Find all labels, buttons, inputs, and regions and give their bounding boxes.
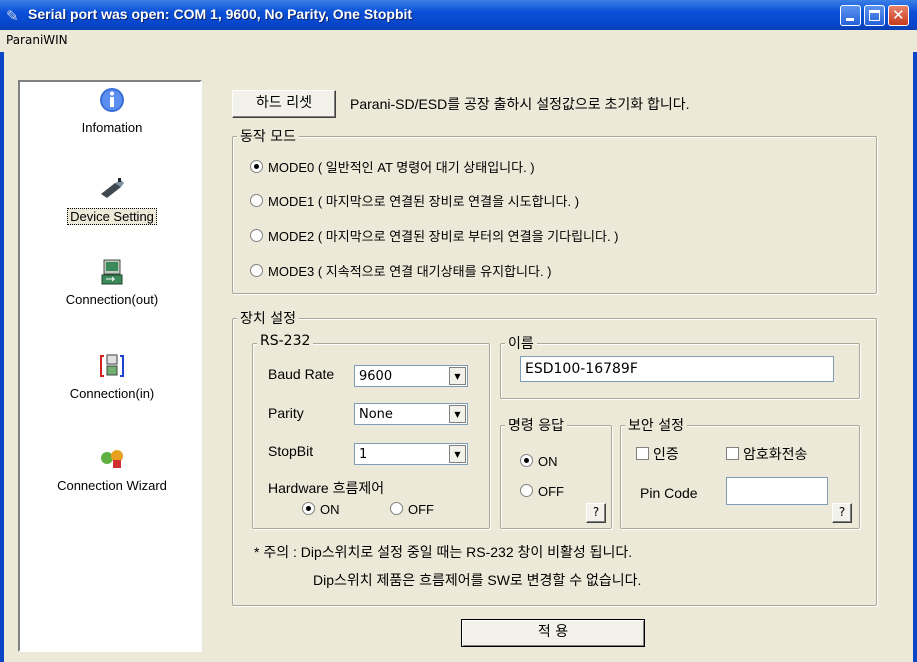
encrypt-label: 암호화전송: [743, 446, 808, 462]
mode0-radio[interactable]: MODE0 ( 일반적인 AT 명령어 대기 상태입니다. ): [250, 157, 535, 176]
sidebar-item-label: Connection(out): [65, 292, 159, 307]
connection-in-icon: [100, 354, 124, 377]
chevron-down-icon[interactable]: ▼: [449, 445, 466, 463]
minimize-button[interactable]: [840, 5, 861, 26]
sidebar-item-label: Connection Wizard: [57, 478, 167, 493]
baud-rate-value: 9600: [359, 369, 393, 384]
checkbox-icon: [636, 447, 649, 460]
sidebar-item-connection-in[interactable]: Connection(in): [20, 352, 204, 401]
sidebar: Infomation Device Setting Connection(out…: [18, 80, 202, 652]
mode3-radio[interactable]: MODE3 ( 지속적으로 연결 대기상태를 유지합니다. ): [250, 261, 552, 280]
radio-button-icon: [250, 194, 263, 207]
response-off-label: OFF: [538, 484, 564, 499]
security-title: 보안 설정: [625, 415, 687, 435]
minimize-icon: [846, 18, 854, 21]
hard-reset-button[interactable]: 하드 리셋: [232, 90, 336, 118]
radio-button-icon: [390, 502, 403, 515]
pin-code-input[interactable]: [726, 477, 828, 505]
auth-label: 인증: [653, 446, 679, 462]
window-frame-left: [0, 52, 4, 662]
parity-label: Parity: [268, 405, 304, 421]
app-icon: ✎: [6, 7, 19, 25]
parity-value: None: [359, 407, 393, 422]
device-setting-title: 장치 설정: [237, 308, 299, 328]
mode2-label: MODE2 ( 마지막으로 연결된 장비로 부터의 연결을 기다립니다. ): [268, 229, 619, 244]
pin-code-label: Pin Code: [640, 485, 698, 501]
sidebar-item-label: Connection(in): [69, 386, 155, 401]
checkbox-icon: [726, 447, 739, 460]
name-input[interactable]: ESD100-16789F: [520, 356, 834, 382]
mode1-radio[interactable]: MODE1 ( 마지막으로 연결된 장비로 연결을 시도합니다. ): [250, 191, 579, 210]
sidebar-item-label: Device Setting: [67, 208, 157, 225]
parity-select[interactable]: None ▼: [354, 403, 468, 425]
wizard-icon: [101, 450, 123, 468]
info-icon: [100, 88, 124, 112]
name-value: ESD100-16789F: [525, 361, 638, 377]
radio-button-icon: [250, 264, 263, 277]
maximize-icon: [869, 10, 880, 21]
mode2-radio[interactable]: MODE2 ( 마지막으로 연결된 장비로 부터의 연결을 기다립니다. ): [250, 226, 619, 245]
name-title: 이름: [505, 333, 537, 353]
sidebar-item-connection-out[interactable]: Connection(out): [20, 258, 204, 307]
device-icon: [101, 178, 124, 198]
note-line-1: * 주의 : Dip스위치로 설정 중일 때는 RS-232 창이 비활성 됩니…: [254, 544, 633, 560]
chevron-down-icon[interactable]: ▼: [449, 405, 466, 423]
chevron-down-icon[interactable]: ▼: [449, 367, 466, 385]
apply-button[interactable]: 적 용: [461, 619, 645, 647]
close-button[interactable]: ✕: [888, 5, 909, 26]
flow-control-label: Hardware 흐름제어: [268, 480, 385, 496]
maximize-button[interactable]: [864, 5, 885, 26]
sidebar-item-connection-wizard[interactable]: Connection Wizard: [20, 444, 204, 493]
note-line-2: Dip스위치 제품은 흐름제어를 SW로 변경할 수 없습니다.: [313, 572, 642, 588]
window-title: Serial port was open: COM 1, 9600, No Pa…: [28, 6, 413, 22]
sidebar-item-information[interactable]: Infomation: [20, 86, 204, 135]
radio-button-icon: [250, 229, 263, 242]
auth-checkbox[interactable]: 인증: [636, 444, 679, 464]
menu-paraniwin[interactable]: ParaniWIN: [6, 33, 68, 47]
radio-button-icon: [302, 502, 315, 515]
rs232-title: RS-232: [257, 333, 314, 349]
stopbit-label: StopBit: [268, 443, 314, 459]
response-on-radio[interactable]: ON: [520, 454, 558, 469]
baud-rate-label: Baud Rate: [268, 366, 335, 382]
flow-on-radio[interactable]: ON: [302, 502, 340, 517]
sidebar-item-label: Infomation: [81, 120, 143, 135]
mode1-label: MODE1 ( 마지막으로 연결된 장비로 연결을 시도합니다. ): [268, 194, 580, 209]
security-help-button[interactable]: ?: [832, 503, 852, 523]
response-on-label: ON: [538, 454, 558, 469]
response-help-button[interactable]: ?: [586, 503, 606, 523]
mode0-label: MODE0 ( 일반적인 AT 명령어 대기 상태입니다. ): [268, 160, 535, 175]
mode-group-title: 동작 모드: [237, 126, 299, 146]
sidebar-item-device-setting[interactable]: Device Setting: [20, 174, 204, 225]
close-icon: ✕: [892, 6, 905, 24]
stopbit-value: 1: [359, 447, 368, 462]
response-title: 명령 응답: [505, 415, 567, 435]
radio-button-icon: [520, 454, 533, 467]
stopbit-select[interactable]: 1 ▼: [354, 443, 468, 465]
baud-rate-select[interactable]: 9600 ▼: [354, 365, 468, 387]
encrypt-checkbox[interactable]: 암호화전송: [726, 444, 807, 464]
flow-off-label: OFF: [408, 502, 434, 517]
radio-button-icon: [520, 484, 533, 497]
flow-on-label: ON: [320, 502, 340, 517]
mode3-label: MODE3 ( 지속적으로 연결 대기상태를 유지합니다. ): [268, 264, 552, 279]
response-off-radio[interactable]: OFF: [520, 484, 564, 499]
connection-out-icon: [101, 259, 123, 285]
radio-button-icon: [250, 160, 263, 173]
flow-off-radio[interactable]: OFF: [390, 502, 434, 517]
menu-bar: [0, 30, 917, 52]
window-frame-right: [913, 52, 917, 662]
reset-description: Parani-SD/ESD를 공장 출하시 설정값으로 초기화 합니다.: [350, 96, 690, 112]
